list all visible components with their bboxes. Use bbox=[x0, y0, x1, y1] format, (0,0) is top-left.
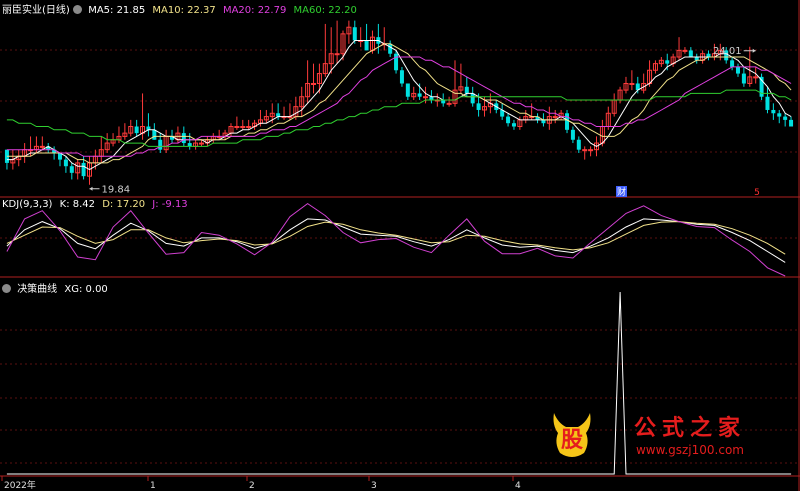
candle-body-down bbox=[506, 116, 511, 124]
candle-body-down bbox=[134, 126, 139, 134]
ma5-label: MA5: 21.85 bbox=[88, 5, 146, 16]
candle-body-up bbox=[240, 126, 246, 129]
candle-body-up bbox=[199, 142, 204, 145]
candle-body-down bbox=[63, 159, 68, 167]
candle-body-down bbox=[688, 50, 693, 58]
candle-body-down bbox=[576, 139, 581, 150]
xg-label: XG: 0.00 bbox=[64, 284, 108, 295]
xg-panel-header: 决策曲线 XG: 0.00 bbox=[2, 280, 108, 295]
kdj-line-k bbox=[6, 218, 786, 263]
annotation-arrow-head bbox=[752, 48, 756, 53]
candle-body-up bbox=[311, 82, 317, 85]
ma-line-ma20 bbox=[6, 56, 792, 157]
candle-body-down bbox=[476, 103, 481, 110]
candle-body-down bbox=[777, 113, 782, 117]
candle-body-down bbox=[69, 166, 74, 173]
candle-body-down bbox=[81, 162, 86, 177]
candle-body-up bbox=[582, 149, 588, 152]
candle-body-up bbox=[423, 96, 429, 99]
candle-body-down bbox=[735, 66, 740, 74]
candle-body-up bbox=[588, 149, 594, 152]
watermark-glyph: 股 bbox=[561, 428, 583, 453]
ma60-label: MA60: 22.20 bbox=[293, 5, 357, 16]
candle-body-down bbox=[352, 27, 357, 41]
annotation-arrow-head bbox=[89, 186, 93, 191]
candle-body-down bbox=[730, 60, 735, 67]
candle-body-down bbox=[152, 129, 157, 140]
candle-body-up bbox=[753, 76, 759, 79]
x-axis-tick-label: 2 bbox=[249, 481, 255, 491]
candle-body-up bbox=[334, 53, 340, 56]
ma20-label: MA20: 22.79 bbox=[222, 5, 287, 16]
candle-body-down bbox=[187, 143, 192, 147]
watermark-graphic: 股 公式之家 www.gszj100.com bbox=[553, 413, 746, 457]
candle-body-down bbox=[158, 139, 163, 150]
candle-body-down bbox=[181, 133, 186, 144]
ma10-label: MA10: 22.37 bbox=[152, 5, 216, 16]
candle-body-down bbox=[394, 53, 399, 71]
gear-icon[interactable] bbox=[73, 5, 82, 14]
candle-body-down bbox=[276, 113, 281, 117]
candle-body-down bbox=[441, 100, 446, 104]
candle-body-up bbox=[39, 145, 45, 148]
x-axis-tick-label: 1 bbox=[150, 481, 156, 491]
main-panel-header: 丽臣实业(日线) MA5: 21.85 MA10: 22.37 MA20: 22… bbox=[2, 1, 357, 16]
watermark-url: www.gszj100.com bbox=[636, 443, 744, 457]
marker-cai: 财 bbox=[617, 186, 626, 198]
j-label: J: -9.13 bbox=[152, 199, 188, 210]
stock-title: 丽臣实业(日线) bbox=[2, 5, 70, 16]
candle-body-down bbox=[464, 86, 469, 94]
candle-body-down bbox=[470, 93, 475, 104]
candle-body-up bbox=[629, 82, 635, 85]
watermark-logo: 股 公式之家 www.gszj100.com bbox=[550, 409, 778, 461]
candle-body-down bbox=[741, 73, 746, 84]
candle-body-down bbox=[417, 93, 422, 97]
high-price-annotation: 24.01 bbox=[713, 46, 742, 57]
candle-body-down bbox=[570, 129, 575, 140]
k-label: K: 8.42 bbox=[59, 199, 96, 210]
xg-title: 决策曲线 bbox=[17, 284, 58, 295]
x-axis-tick-label: 4 bbox=[515, 481, 521, 491]
kdj-panel-header: KDJ(9,3,3) K: 8.42 D: 17.20 J: -9.13 bbox=[2, 199, 188, 210]
candle-body-up bbox=[234, 126, 240, 129]
candle-body-up bbox=[446, 102, 452, 105]
candle-body-down bbox=[665, 60, 670, 64]
candle-body-down bbox=[388, 43, 393, 54]
candle-body-down bbox=[789, 119, 794, 127]
candle-body-down bbox=[399, 70, 404, 84]
candle-body-up bbox=[682, 49, 688, 52]
candle-body-up bbox=[552, 116, 558, 119]
candle-body-down bbox=[783, 116, 788, 120]
candle-body-down bbox=[405, 83, 410, 97]
marker-5: 5 bbox=[754, 188, 760, 198]
x-axis-tick-label: 2022年 bbox=[4, 479, 36, 491]
gear-icon[interactable] bbox=[2, 284, 11, 293]
candle-body-up bbox=[246, 126, 252, 129]
candle-body-down bbox=[364, 40, 369, 51]
low-price-annotation: 19.84 bbox=[101, 185, 130, 196]
candle-body-down bbox=[511, 123, 516, 127]
candle-body-down bbox=[765, 96, 770, 110]
candle-body-down bbox=[565, 113, 570, 130]
d-label: D: 17.20 bbox=[102, 199, 146, 210]
x-axis-tick-label: 3 bbox=[371, 481, 377, 491]
watermark-text: 公式之家 bbox=[634, 415, 746, 441]
candle-body-down bbox=[771, 109, 776, 114]
kdj-line-j bbox=[6, 202, 786, 277]
kdj-title: KDJ(9,3,3) bbox=[2, 199, 53, 210]
